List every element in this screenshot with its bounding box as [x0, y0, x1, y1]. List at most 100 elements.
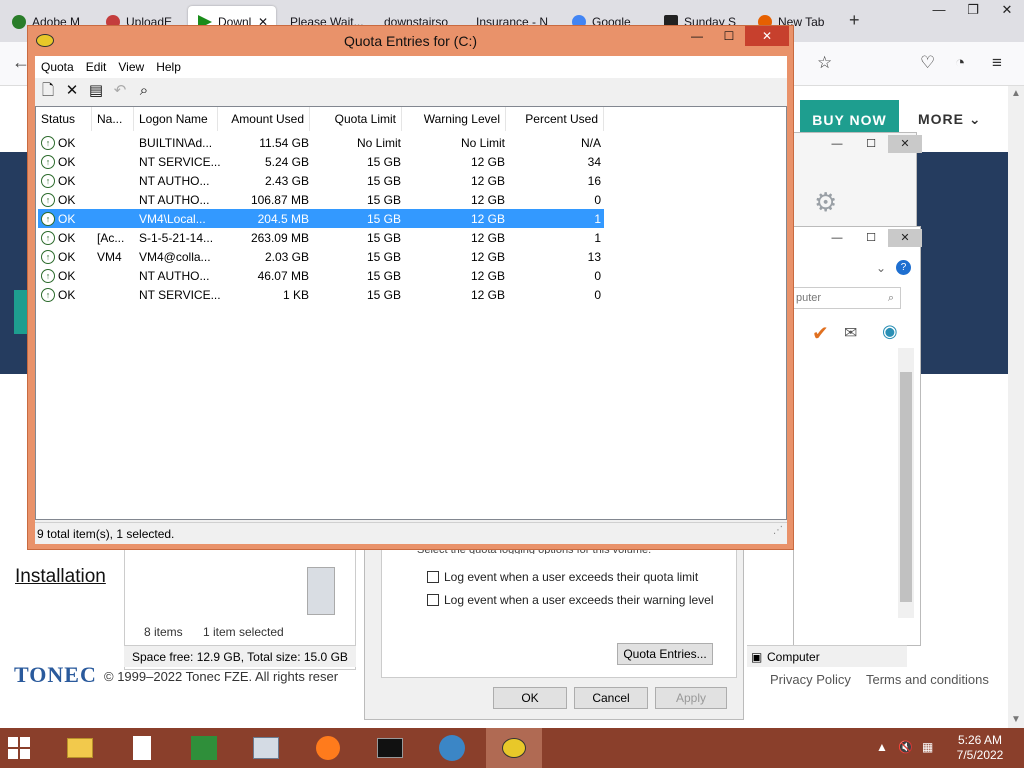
- apply-button[interactable]: Apply: [655, 687, 727, 709]
- computer-location-bar: ▣ Computer: [747, 645, 907, 667]
- table-row[interactable]: ↑ OK BUILTIN\Ad... 11.54 GB No Limit No Limit…: [38, 133, 604, 152]
- column-amount-used[interactable]: Amount Used: [218, 107, 310, 131]
- minimize-icon[interactable]: —: [820, 229, 854, 247]
- bookmark-star-icon[interactable]: ☆: [817, 53, 832, 73]
- resize-grip-icon[interactable]: ⋰: [773, 520, 783, 542]
- pocket-icon[interactable]: ♡: [920, 53, 935, 73]
- envelope-icon[interactable]: ✉: [844, 323, 857, 343]
- table-row[interactable]: ↑ OK NT SERVICE... 1 KB 15 GB 12 GB 0: [38, 285, 604, 304]
- quota-entries-taskbar-icon[interactable]: [486, 728, 542, 768]
- system-clock[interactable]: 5:26 AM 7/5/2022: [945, 733, 1015, 763]
- restore-icon[interactable]: ❐: [956, 0, 990, 22]
- ok-button[interactable]: OK: [493, 687, 567, 709]
- log-warning-checkbox[interactable]: [427, 594, 439, 606]
- maximize-icon[interactable]: ☐: [713, 26, 745, 46]
- log-warning-label: Log event when a user exceeds their warn…: [444, 593, 714, 607]
- account-icon[interactable]: ◔: [955, 53, 965, 73]
- terms-link[interactable]: Terms and conditions: [866, 672, 989, 687]
- minimize-icon[interactable]: —: [820, 135, 854, 153]
- quota-entries-button[interactable]: Quota Entries...: [617, 643, 713, 665]
- undo-icon[interactable]: ↶: [111, 82, 129, 100]
- maximize-icon[interactable]: ☐: [854, 135, 888, 153]
- cell-status: ↑ OK: [38, 230, 94, 245]
- windows-start-icon[interactable]: [8, 737, 30, 759]
- performance-monitor-icon[interactable]: [238, 728, 294, 768]
- tonec-logo[interactable]: TONEC: [14, 662, 97, 688]
- user-accounts-icon: ⚙: [814, 187, 838, 217]
- log-warning-option[interactable]: Log event when a user exceeds their warn…: [427, 593, 714, 607]
- column-percent-used[interactable]: Percent Used: [506, 107, 604, 131]
- table-row[interactable]: ↑ OK NT AUTHO... 106.87 MB 15 GB 12 GB 0: [38, 190, 604, 209]
- close-icon[interactable]: ✕: [888, 229, 922, 247]
- scroll-thumb[interactable]: [900, 372, 912, 602]
- cell-warning-level: No Limit: [460, 135, 505, 150]
- cell-status: ↑ OK: [38, 268, 94, 283]
- menu-help[interactable]: Help: [150, 56, 187, 78]
- find-icon[interactable]: ⌕: [135, 82, 153, 100]
- column-logon-name[interactable]: Logon Name: [134, 107, 218, 131]
- command-prompt-icon[interactable]: [362, 728, 418, 768]
- table-row[interactable]: ↑ OK VM4 VM4@colla... 2.03 GB 15 GB 12 GB 13: [38, 247, 604, 266]
- log-limit-label: Log event when a user exceeds their quot…: [444, 570, 699, 584]
- menu-edit[interactable]: Edit: [80, 56, 113, 78]
- menu-quota[interactable]: Quota: [35, 56, 80, 78]
- internet-download-manager-icon[interactable]: [424, 728, 480, 768]
- log-limit-checkbox[interactable]: [427, 571, 439, 583]
- scroll-up-icon[interactable]: ▲: [1011, 88, 1021, 99]
- tray-arrow-icon[interactable]: ▲: [876, 740, 888, 754]
- explorer-items-count: 8 items: [144, 625, 183, 639]
- globe-icon[interactable]: ◉: [882, 321, 898, 342]
- new-entry-icon[interactable]: 🗋: [39, 82, 57, 100]
- close-icon[interactable]: ✕: [888, 135, 922, 153]
- cell-amount-used: 11.54 GB: [259, 135, 309, 150]
- properties-icon[interactable]: ▤: [87, 82, 105, 100]
- drive-icon: [307, 567, 335, 615]
- cancel-button[interactable]: Cancel: [574, 687, 648, 709]
- cell-amount-used: 2.43 GB: [264, 173, 309, 188]
- scroll-down-icon[interactable]: ▼: [1011, 714, 1021, 725]
- close-icon[interactable]: ✕: [990, 0, 1024, 22]
- web-scrollbar[interactable]: ▲ ▼: [1008, 86, 1024, 728]
- checkmark-icon[interactable]: ✔: [812, 321, 829, 346]
- more-menu[interactable]: MORE ⌄: [918, 111, 982, 128]
- column-warning-level[interactable]: Warning Level: [402, 107, 506, 131]
- minimize-icon[interactable]: —: [681, 26, 713, 46]
- table-row[interactable]: ↑ OK NT AUTHO... 46.07 MB 15 GB 12 GB 0: [38, 266, 604, 285]
- installation-heading[interactable]: Installation: [15, 566, 106, 588]
- table-row[interactable]: ↑ OK NT SERVICE... 5.24 GB 15 GB 12 GB 34: [38, 152, 604, 171]
- volume-muted-icon[interactable]: 🔇: [898, 740, 913, 754]
- search-input[interactable]: puter ⌕: [793, 287, 901, 309]
- help-icon[interactable]: ?: [896, 260, 911, 275]
- table-row[interactable]: ↑ OK [Ac... S-1-5-21-14... 263.09 MB 15 GB 12 …: [38, 228, 604, 247]
- log-limit-option[interactable]: Log event when a user exceeds their quot…: [427, 570, 698, 584]
- quota-entries-list[interactable]: Status Na... Logon Name Amount Used Quot…: [35, 106, 787, 520]
- table-row[interactable]: ↑ OK VM4\Local... 204.5 MB 15 GB 12 GB 1: [38, 209, 604, 228]
- menu-hamburger-icon[interactable]: ≡: [992, 53, 1002, 73]
- privacy-policy-link[interactable]: Privacy Policy: [770, 672, 851, 687]
- column-quota-limit[interactable]: Quota Limit: [310, 107, 402, 131]
- column-status[interactable]: Status: [36, 107, 92, 131]
- computer-label: Computer: [767, 650, 820, 664]
- firefox-icon[interactable]: [300, 728, 356, 768]
- document-icon[interactable]: [114, 728, 170, 768]
- cell-name: VM4: [97, 249, 122, 264]
- chevron-down-icon[interactable]: ⌄: [876, 261, 886, 275]
- delete-icon[interactable]: ✕: [63, 82, 81, 100]
- cell-quota-limit: 15 GB: [366, 268, 401, 283]
- cell-percent-used: 0: [594, 287, 601, 302]
- file-explorer-icon[interactable]: [52, 728, 108, 768]
- cell-logon-name: S-1-5-21-14...: [139, 230, 214, 245]
- close-icon[interactable]: ✕: [745, 26, 789, 46]
- menu-view[interactable]: View: [112, 56, 150, 78]
- plus-icon[interactable]: +: [849, 10, 860, 31]
- table-row[interactable]: ↑ OK NT AUTHO... 2.43 GB 15 GB 12 GB 16: [38, 171, 604, 190]
- more-label: MORE: [918, 111, 964, 127]
- cell-status: ↑ OK: [38, 249, 94, 264]
- column-name[interactable]: Na...: [92, 107, 134, 131]
- right-window-scrollbar[interactable]: [898, 348, 914, 618]
- minimize-icon[interactable]: —: [922, 0, 956, 22]
- maximize-icon[interactable]: ☐: [854, 229, 888, 247]
- network-icon[interactable]: ▦: [922, 740, 933, 754]
- banner-button[interactable]: [14, 290, 28, 334]
- task-manager-icon[interactable]: [176, 728, 232, 768]
